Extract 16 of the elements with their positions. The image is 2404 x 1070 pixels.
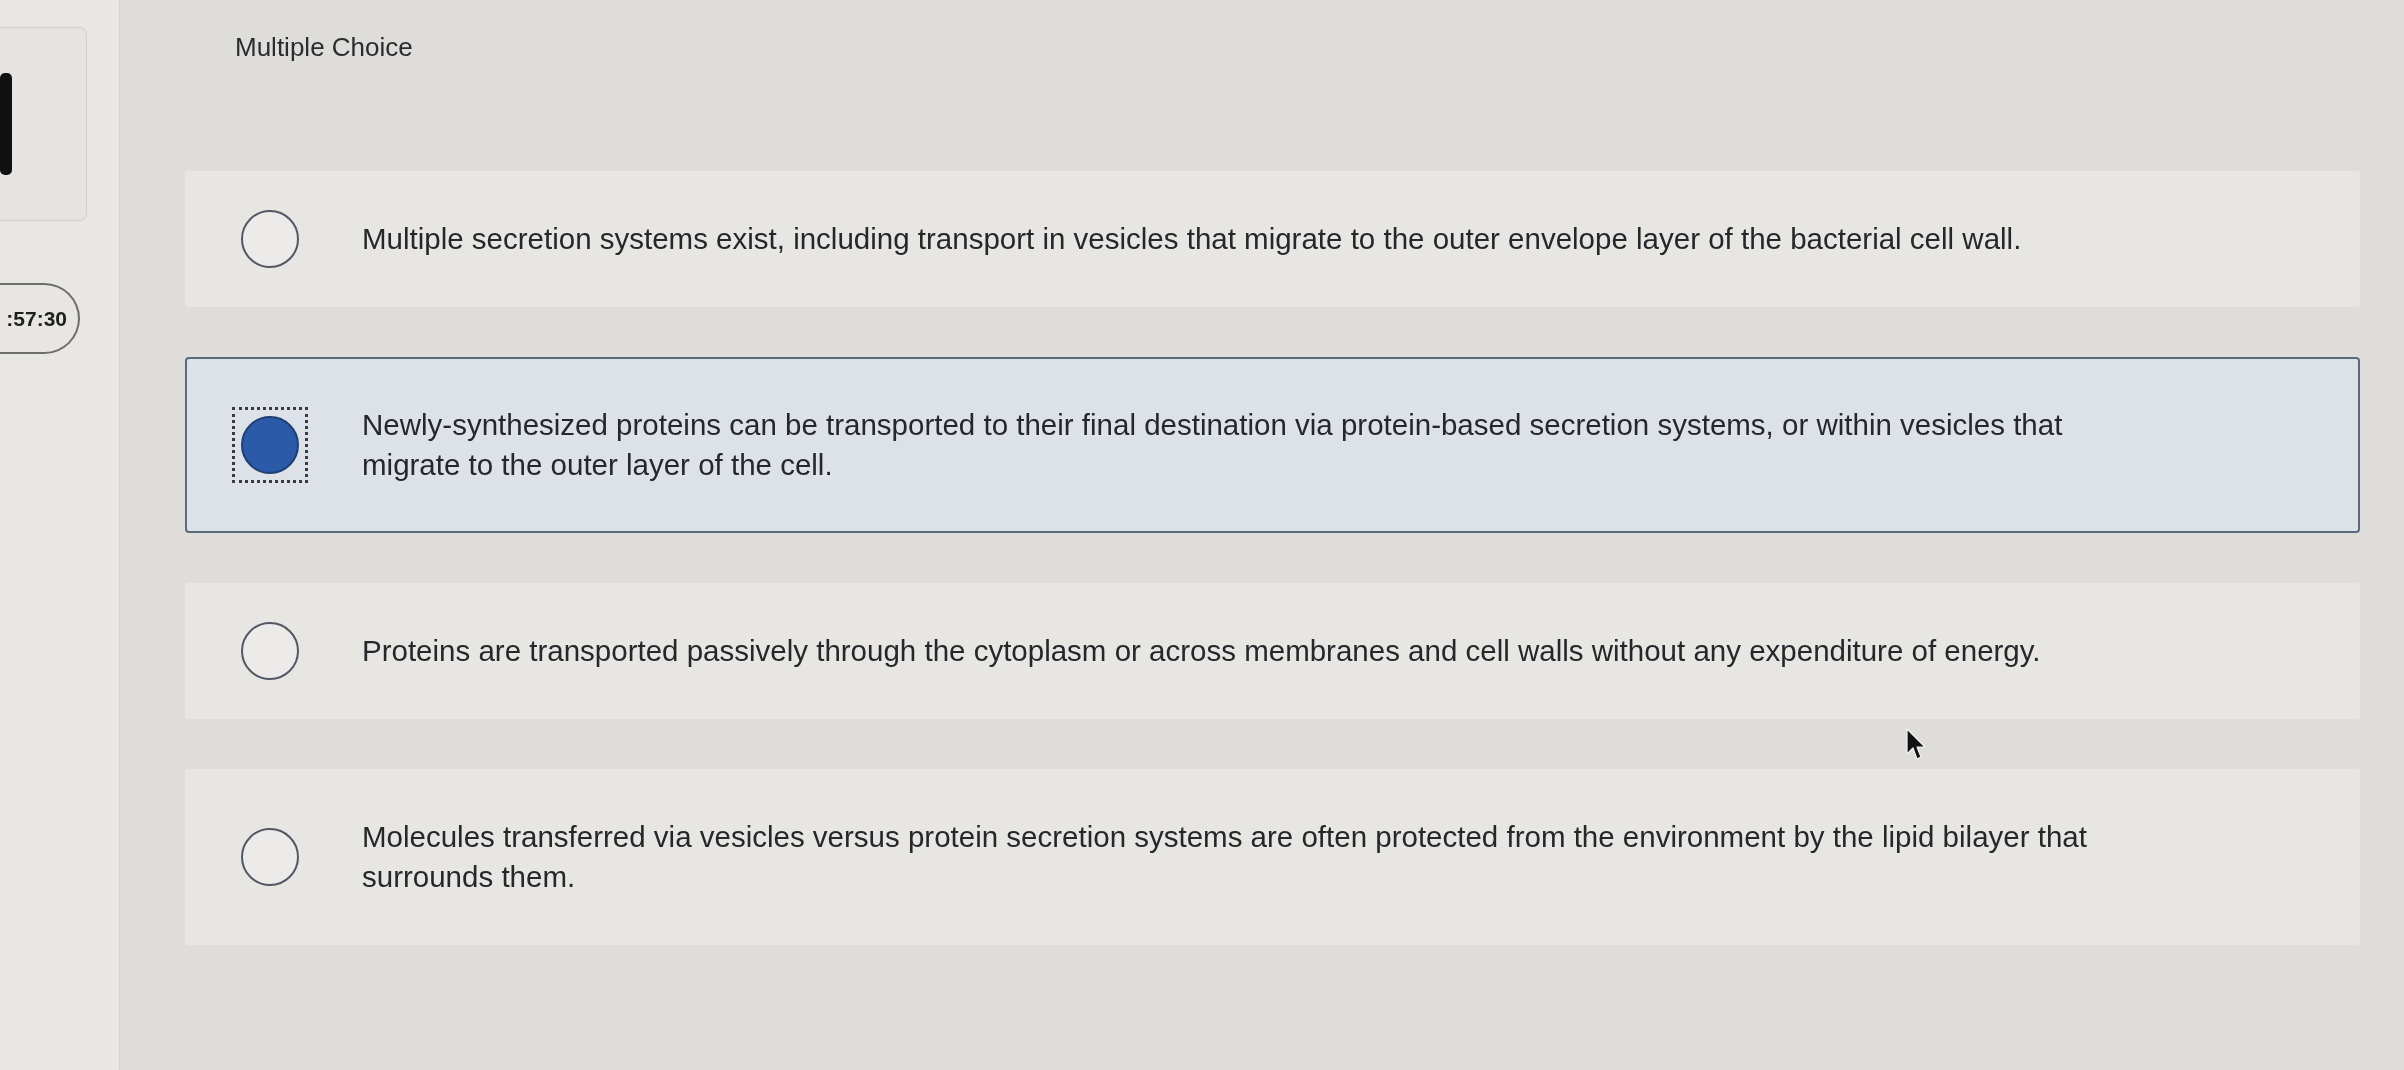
option-text: Molecules transferred via vesicles versus protein secretion systems are often protected from the environment by the lipid bilayer that surrounds them. <box>362 819 2088 895</box>
option-text: Newly-synthesized proteins can be transported to their final destination via protein-based secretion systems, or within vesicles that migrate to the outer layer of the cell. <box>362 407 2064 483</box>
mouse-pointer-icon <box>1906 728 1926 760</box>
answer-option[interactable]: Proteins are transported passively through the cytoplasm or across membranes and cell walls without any expenditure of energy. <box>185 583 2360 719</box>
option-text: Proteins are transported passively through the cytoplasm or across membranes and cell walls without any expenditure of energy. <box>362 633 2041 669</box>
selected-answer-option[interactable]: Newly-synthesized proteins can be transported to their final destination via protein-based secretion systems, or within vesicles that migrate to the outer layer of the cell. <box>185 357 2360 533</box>
option-text: Multiple secretion systems exist, including transport in vesicles that migrate to the outer envelope layer of the bacterial cell wall. <box>362 221 2022 257</box>
answer-option[interactable]: Multiple secretion systems exist, including transport in vesicles that migrate to the outer envelope layer of the bacterial cell wall. <box>185 171 2360 307</box>
vertical-bar-icon <box>0 73 12 175</box>
timer: :57:30 <box>0 283 80 354</box>
radio-button[interactable] <box>241 828 299 886</box>
radio-button[interactable] <box>241 210 299 268</box>
radio-button[interactable] <box>241 622 299 680</box>
answer-option[interactable]: Molecules transferred via vesicles versus protein secretion systems are often protected from the environment by the lipid bilayer that surrounds them. <box>185 769 2360 945</box>
question-type-label: Multiple Choice <box>235 32 413 62</box>
radio-button[interactable] <box>241 416 299 474</box>
